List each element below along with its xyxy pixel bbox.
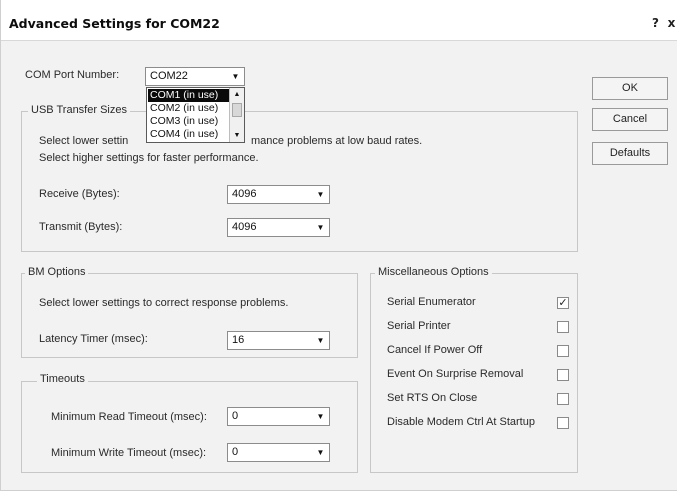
bm-hint: Select lower settings to correct respons…: [39, 297, 289, 309]
defaults-button[interactable]: Defaults: [592, 142, 668, 165]
chevron-down-icon[interactable]: ▼: [313, 220, 328, 235]
misc-option-checkbox[interactable]: [557, 345, 569, 357]
cancel-button[interactable]: Cancel: [592, 108, 668, 131]
usb-transfer-title: USB Transfer Sizes: [28, 104, 130, 116]
bm-options-title: BM Options: [25, 266, 89, 278]
write-timeout-label: Minimum Write Timeout (msec):: [51, 447, 207, 459]
window-title: Advanced Settings for COM22: [9, 16, 220, 31]
ok-button[interactable]: OK: [592, 77, 668, 100]
scroll-up-icon[interactable]: ▲: [230, 88, 244, 101]
usb-hint-line1-left: Select lower settin: [39, 135, 129, 147]
help-icon[interactable]: ?: [649, 15, 662, 31]
transmit-value: 4096: [232, 221, 257, 233]
misc-option-label: Event On Surprise Removal: [387, 368, 524, 380]
transmit-label: Transmit (Bytes):: [39, 221, 123, 233]
latency-select[interactable]: 16 ▼: [227, 331, 330, 350]
transmit-select[interactable]: 4096 ▼: [227, 218, 330, 237]
read-timeout-label: Minimum Read Timeout (msec):: [51, 411, 207, 423]
write-timeout-value: 0: [232, 446, 239, 458]
dropdown-option[interactable]: COM4 (in use): [148, 128, 230, 141]
misc-option-label: Serial Enumerator: [387, 296, 476, 308]
advanced-settings-dialog: Advanced Settings for COM22 ? x COM Port…: [0, 0, 677, 491]
receive-label: Receive (Bytes):: [39, 188, 120, 200]
com-port-value: COM22: [150, 70, 188, 82]
read-timeout-value: 0: [232, 410, 239, 422]
dropdown-option[interactable]: COM1 (in use): [148, 89, 230, 102]
misc-option-checkbox[interactable]: [557, 369, 569, 381]
misc-option-checkbox[interactable]: [557, 321, 569, 333]
misc-option-checkbox[interactable]: [557, 417, 569, 429]
dropdown-option[interactable]: COM3 (in use): [148, 115, 230, 128]
com-port-dropdown-list[interactable]: COM1 (in use) COM2 (in use) COM3 (in use) C…: [146, 87, 245, 143]
misc-options-title: Miscellaneous Options: [375, 266, 492, 278]
usb-hint-line2: Select higher settings for faster perfor…: [39, 152, 259, 164]
chevron-down-icon[interactable]: ▼: [313, 445, 328, 460]
dropdown-scrollbar[interactable]: ▲ ▼: [229, 88, 244, 142]
chevron-down-icon[interactable]: ▼: [313, 187, 328, 202]
receive-value: 4096: [232, 188, 257, 200]
com-port-select[interactable]: COM22 ▼: [145, 67, 245, 86]
chevron-down-icon[interactable]: ▼: [313, 409, 328, 424]
misc-option-label: Serial Printer: [387, 320, 451, 332]
timeouts-title: Timeouts: [37, 373, 88, 385]
misc-option-label: Disable Modem Ctrl At Startup: [387, 416, 535, 428]
scroll-down-icon[interactable]: ▼: [230, 129, 244, 142]
misc-option-label: Set RTS On Close: [387, 392, 478, 404]
misc-option-checkbox[interactable]: [557, 393, 569, 405]
com-port-label: COM Port Number:: [25, 69, 120, 81]
check-mark-icon: ✓: [558, 297, 568, 309]
latency-value: 16: [232, 334, 245, 346]
read-timeout-select[interactable]: 0 ▼: [227, 407, 330, 426]
title-bar: Advanced Settings for COM22 ? x: [1, 0, 677, 41]
scroll-thumb[interactable]: [232, 103, 242, 117]
receive-select[interactable]: 4096 ▼: [227, 185, 330, 204]
latency-label: Latency Timer (msec):: [39, 333, 148, 345]
chevron-down-icon[interactable]: ▼: [313, 333, 328, 348]
misc-option-label: Cancel If Power Off: [387, 344, 483, 356]
dropdown-option[interactable]: COM2 (in use): [148, 102, 230, 115]
misc-option-checkbox[interactable]: ✓: [557, 297, 569, 309]
write-timeout-select[interactable]: 0 ▼: [227, 443, 330, 462]
chevron-down-icon[interactable]: ▼: [228, 69, 243, 84]
close-icon[interactable]: x: [665, 15, 677, 31]
usb-hint-line1-right: mance problems at low baud rates.: [251, 135, 423, 147]
